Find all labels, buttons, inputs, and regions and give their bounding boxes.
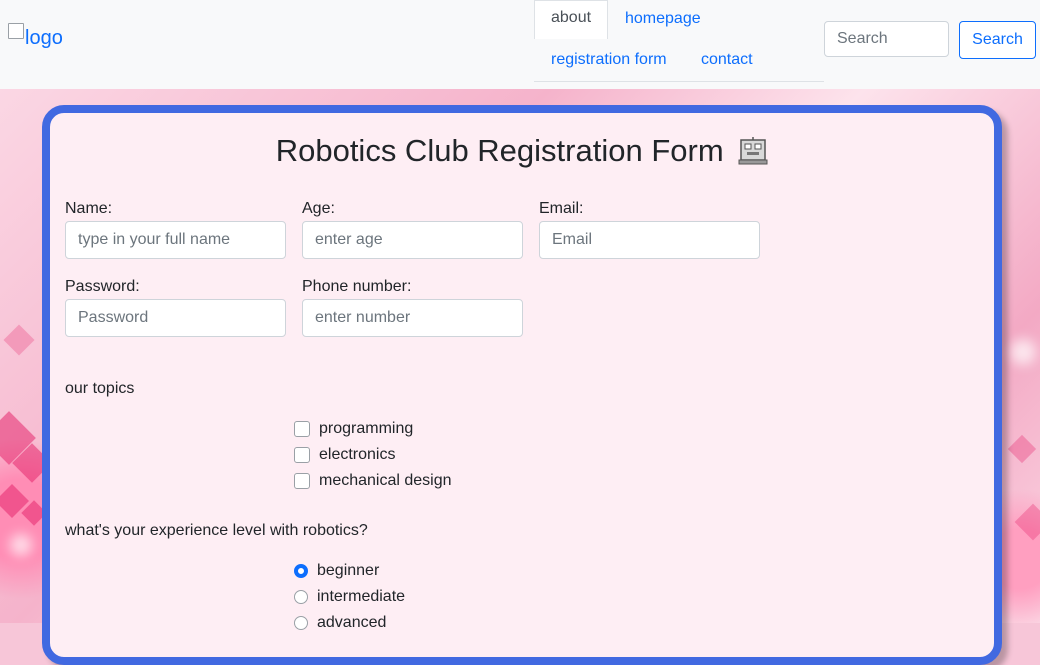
form-title: Robotics Club Registration Form bbox=[275, 133, 724, 168]
phone-label: Phone number: bbox=[302, 278, 412, 295]
background-decoration bbox=[1007, 434, 1037, 464]
nav-tabs: about homepage registration form contact bbox=[534, 0, 824, 82]
checkbox[interactable] bbox=[294, 447, 310, 463]
robot-icon bbox=[738, 137, 768, 165]
topics-heading: our topics bbox=[65, 380, 135, 397]
phone-field[interactable] bbox=[302, 299, 523, 337]
email-field[interactable] bbox=[539, 221, 760, 259]
logo[interactable]: logo bbox=[8, 22, 63, 50]
age-label: Age: bbox=[302, 200, 335, 217]
topic-option-programming[interactable]: programming bbox=[294, 420, 413, 438]
name-label: Name: bbox=[65, 200, 113, 217]
radio-button[interactable] bbox=[294, 564, 308, 578]
option-label: beginner bbox=[317, 562, 380, 579]
option-label: intermediate bbox=[317, 588, 406, 605]
logo-alt-text: logo bbox=[25, 27, 63, 49]
radio-button[interactable] bbox=[294, 590, 308, 604]
broken-image-icon bbox=[8, 22, 24, 39]
topic-option-electronics[interactable]: electronics bbox=[294, 446, 395, 464]
option-label: advanced bbox=[317, 614, 387, 631]
checkbox[interactable] bbox=[294, 473, 310, 489]
registration-card: Robotics Club Registration Form Name: Ag… bbox=[42, 105, 1002, 665]
tab-homepage[interactable]: homepage bbox=[625, 10, 701, 28]
tab-registration-form[interactable]: registration form bbox=[551, 51, 667, 69]
topic-option-mechanical-design[interactable]: mechanical design bbox=[294, 472, 452, 490]
checkbox[interactable] bbox=[294, 421, 310, 437]
search-button[interactable]: Search bbox=[959, 21, 1036, 59]
experience-option-intermediate[interactable]: intermediate bbox=[294, 588, 405, 606]
tab-contact[interactable]: contact bbox=[701, 51, 753, 69]
name-field[interactable] bbox=[65, 221, 286, 259]
experience-option-beginner[interactable]: beginner bbox=[294, 562, 379, 580]
password-field[interactable] bbox=[65, 299, 286, 337]
experience-heading: what's your experience level with roboti… bbox=[65, 522, 368, 539]
option-label: mechanical design bbox=[319, 472, 452, 489]
background-decoration bbox=[1014, 503, 1040, 541]
tab-about[interactable]: about bbox=[534, 0, 609, 39]
search-input[interactable] bbox=[824, 21, 949, 57]
option-label: programming bbox=[319, 420, 414, 437]
password-label: Password: bbox=[65, 278, 140, 295]
page-title: Robotics Club Registration Form bbox=[50, 133, 994, 169]
age-field[interactable] bbox=[302, 221, 523, 259]
navbar: logo about homepage registration form co… bbox=[0, 0, 1040, 89]
radio-button[interactable] bbox=[294, 616, 308, 630]
background-decoration bbox=[10, 534, 32, 556]
email-label: Email: bbox=[539, 200, 584, 217]
option-label: electronics bbox=[319, 446, 396, 463]
background-decoration bbox=[3, 324, 35, 356]
experience-option-advanced[interactable]: advanced bbox=[294, 614, 386, 632]
background-decoration bbox=[1010, 339, 1036, 365]
